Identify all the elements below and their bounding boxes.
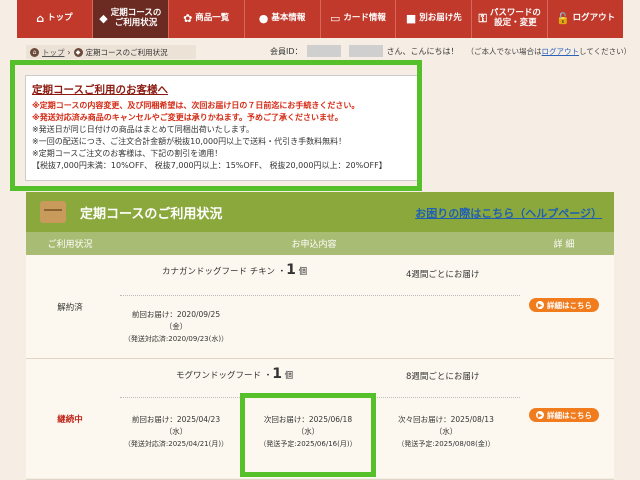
notice-line: ※一回の配送につき、ご注文合計金額が税抜10,000円以上で送料・代引き手数料無… [32, 137, 347, 146]
help-link[interactable]: お困りの際はこちら（ヘルプページ） [415, 205, 602, 221]
paw-icon: ✿ [183, 11, 193, 25]
after-next-delivery: 次々回お届け：2025/08/13 （水） （発送予定:2025/08/08(金… [397, 415, 495, 448]
user-icon: ● [258, 11, 269, 25]
logout-link[interactable]: ログアウト [542, 47, 580, 56]
nav-logout[interactable]: 🔓 ログアウト [548, 0, 623, 38]
nav-products[interactable]: ✿ 商品一覧 [169, 0, 245, 38]
home-icon: ⌂ [36, 11, 45, 25]
member-id-label: 会員ID： [270, 46, 303, 56]
member-bar: 会員ID： さん、こんにちは！ （ご本人でない場合はログアウトしてください） [270, 45, 631, 57]
nav-top[interactable]: ⌂ トップ [17, 0, 93, 38]
status-text: 解約済 [57, 303, 83, 313]
notice-line: ※定期コースご注文のお客様は、下記の割引を適用！ [32, 149, 223, 158]
box-icon: ◆ [73, 47, 83, 57]
notice-title: 定期コースご利用のお客様へ [32, 84, 168, 96]
nav-basic-info[interactable]: ● 基本情報 [245, 0, 321, 38]
truck-icon: ■ [405, 11, 417, 25]
redacted-name [348, 45, 383, 57]
frequency: 8週間ごとにお届け [406, 372, 480, 382]
not-you-note: （ご本人でない場合はログアウトしてください） [466, 46, 632, 56]
prev-delivery: 前回お届け：2025/04/23 （水） （発送対応済:2025/04/21(月… [123, 415, 229, 448]
frequency: 4週間ごとにお届け [406, 270, 480, 280]
order-row: 継続中 モグワンドッグフード ・1 個 8週間ごとにお届け ▶ 詳細はこちら 前回… [26, 359, 614, 480]
breadcrumb-current: 定期コースのご利用状況 [85, 47, 168, 57]
order-row: 解約済 カナガンドッグフード チキン ・1 個 4週間ごとにお届け ▶ 詳細はこち… [26, 255, 614, 359]
col-detail: 詳 細 [553, 240, 575, 250]
card-icon: ▭ [329, 11, 341, 25]
detail-button[interactable]: ▶ 詳細はこちら [529, 408, 599, 422]
product-name: モグワンドッグフード ・1 個 [176, 366, 294, 382]
column-headers: ご利用状況 お申込内容 詳 細 [26, 232, 614, 255]
col-content: お申込内容 [291, 240, 337, 250]
nav-subscription-status[interactable]: ◆ 定期コースの ご利用状況 [92, 0, 169, 38]
col-status: ご利用状況 [47, 240, 93, 250]
subscription-panel: 定期コースのご利用状況 お困りの際はこちら（ヘルプページ） ご利用状況 お申込内… [26, 192, 614, 480]
greeting: さん、こんにちは！ [386, 46, 459, 56]
redacted-id [306, 45, 341, 57]
arrow-icon: ▶ [536, 411, 544, 419]
nav-card-info[interactable]: ▭ カード情報 [321, 0, 397, 38]
breadcrumb-top-link[interactable]: トップ [42, 47, 65, 58]
panel-header: 定期コースのご利用状況 お困りの際はこちら（ヘルプページ） [26, 192, 614, 232]
arrow-icon: ▶ [536, 301, 544, 309]
detail-button[interactable]: ▶ 詳細はこちら [529, 298, 599, 312]
notice-line: ※発送日が同じ日付けの商品はまとめて同梱出荷いたします。 [32, 125, 254, 134]
next-delivery: 次回お届け：2025/06/18 （水） （発送予定:2025/06/16(月)… [259, 415, 357, 448]
panel-title: 定期コースのご利用状況 [80, 206, 223, 222]
lock-icon: 🔓 [555, 11, 570, 25]
status-text: 継続中 [57, 415, 83, 425]
notice-line: ※発送対応済み商品のキャンセルやご変更は承りかねます。予めご了承くださいませ。 [32, 113, 343, 122]
box-icon [40, 201, 66, 223]
notice-line: ※定期コースの内容変更、及び同梱希望は、次回お届け日の７日前迄にお手続きください… [32, 101, 360, 110]
box-icon: ◆ [99, 11, 108, 25]
nav-password[interactable]: ⚿ パスワードの 設定・変更 [472, 0, 549, 38]
nav-other-address[interactable]: ■ 別お届け先 [396, 0, 473, 38]
breadcrumb: ⌂ トップ › ◆ 定期コースのご利用状況 [26, 45, 196, 59]
prev-delivery: 前回お届け：2020/09/25 （金） （発送対応済:2020/09/23(水… [123, 310, 229, 343]
home-icon: ⌂ [30, 47, 39, 57]
notice-line: 【税抜7,000円未満：10%OFF、 税抜7,000円以上：15%OFF、 税… [32, 161, 387, 170]
product-name: カナガンドッグフード チキン ・1 個 [162, 262, 308, 278]
key-icon: ⚿ [478, 11, 487, 25]
top-navigation: ⌂ トップ ◆ 定期コースの ご利用状況 ✿ 商品一覧 ● 基本情報 ▭ カード情報 ■ 別… [17, 0, 623, 38]
subscription-notice: 定期コースご利用のお客様へ ※定期コースの内容変更、及び同梱希望は、次回お届け日… [25, 75, 421, 181]
